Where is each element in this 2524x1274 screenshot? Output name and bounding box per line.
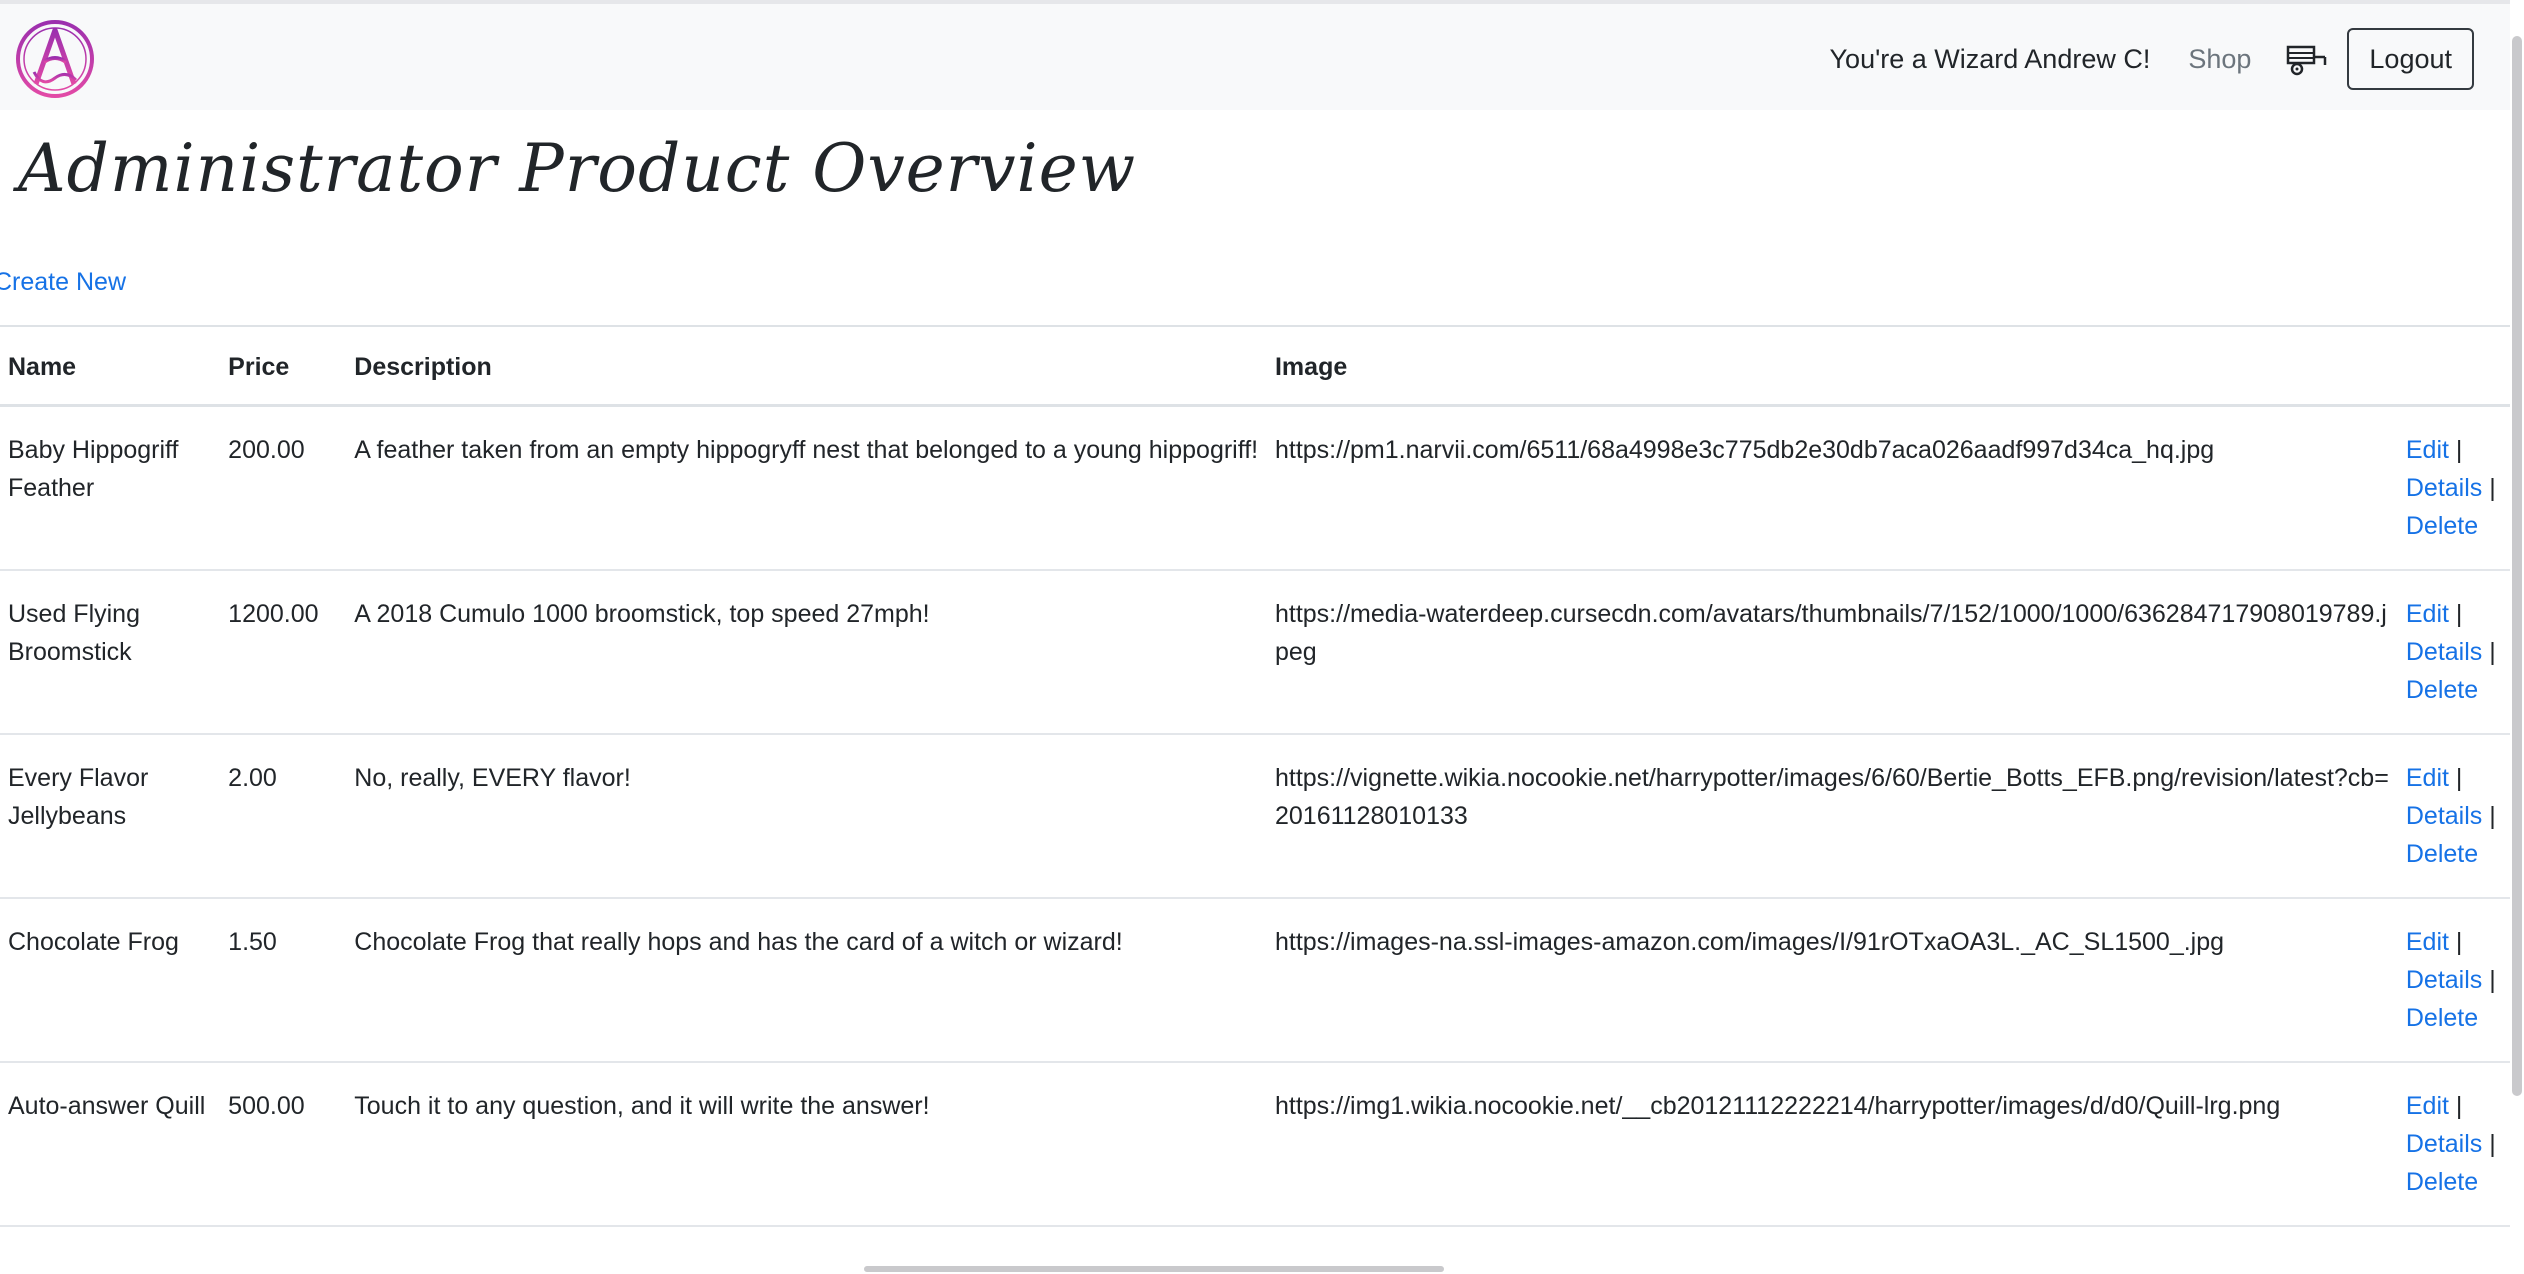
product-description: A feather taken from an empty hippogryff… bbox=[346, 405, 1267, 571]
row-actions: Edit | Details | Delete bbox=[2397, 898, 2512, 1063]
product-price: 200.00 bbox=[220, 405, 347, 571]
separator: | bbox=[2455, 764, 2463, 792]
edit-link[interactable]: Edit bbox=[2406, 1092, 2449, 1120]
separator: | bbox=[2489, 802, 2496, 830]
separator: | bbox=[2455, 1092, 2463, 1120]
navbar: You're a Wizard Andrew C! Shop Logout bbox=[0, 4, 2524, 110]
table-row: Chocolate Frog 1.50 Chocolate Frog that … bbox=[0, 898, 2512, 1063]
header-image: Image bbox=[1266, 325, 2398, 407]
separator: | bbox=[2455, 600, 2463, 628]
product-name: Baby Hippogriff Feather bbox=[0, 405, 221, 571]
table-row: Every Flavor Jellybeans 2.00 No, really,… bbox=[0, 734, 2512, 899]
product-name: Used Flying Broomstick bbox=[0, 570, 221, 735]
product-image-url: https://images-na.ssl-images-amazon.com/… bbox=[1266, 898, 2398, 1063]
header-description: Description bbox=[346, 325, 1267, 407]
product-description: Chocolate Frog that really hops and has … bbox=[346, 898, 1267, 1063]
separator: | bbox=[2455, 928, 2463, 956]
wizard-a-logo[interactable] bbox=[14, 18, 96, 100]
header-actions bbox=[2397, 325, 2512, 407]
edit-link[interactable]: Edit bbox=[2406, 764, 2449, 792]
product-name: Chocolate Frog bbox=[0, 898, 221, 1063]
product-name: Auto-answer Quill bbox=[0, 1062, 221, 1227]
vertical-scrollbar[interactable] bbox=[2510, 0, 2524, 1274]
logout-button[interactable]: Logout bbox=[2347, 28, 2474, 90]
separator: | bbox=[2455, 436, 2463, 464]
details-link[interactable]: Details bbox=[2406, 802, 2482, 830]
product-price: 1200.00 bbox=[220, 570, 347, 735]
row-actions: Edit | Details | Delete bbox=[2397, 405, 2512, 571]
separator: | bbox=[2489, 474, 2496, 502]
edit-link[interactable]: Edit bbox=[2406, 928, 2449, 956]
horizontal-scrollbar[interactable] bbox=[864, 1266, 1444, 1272]
row-actions: Edit | Details | Delete bbox=[2397, 570, 2512, 735]
products-table: Name Price Description Image Baby Hippog… bbox=[0, 325, 2512, 1227]
product-image-url: https://media-waterdeep.cursecdn.com/ava… bbox=[1266, 570, 2398, 735]
row-actions: Edit | Details | Delete bbox=[2397, 1062, 2512, 1227]
header-name: Name bbox=[0, 325, 221, 407]
table-row: Used Flying Broomstick 1200.00 A 2018 Cu… bbox=[0, 570, 2512, 735]
product-description: No, really, EVERY flavor! bbox=[346, 734, 1267, 899]
row-actions: Edit | Details | Delete bbox=[2397, 734, 2512, 899]
navbar-right: You're a Wizard Andrew C! Shop Logout bbox=[1830, 28, 2474, 90]
create-new-link[interactable]: Create New bbox=[0, 268, 126, 297]
details-link[interactable]: Details bbox=[2406, 1130, 2482, 1158]
product-image-url: https://img1.wikia.nocookie.net/__cb2012… bbox=[1266, 1062, 2398, 1227]
table-row: Baby Hippogriff Feather 200.00 A feather… bbox=[0, 405, 2512, 571]
details-link[interactable]: Details bbox=[2406, 638, 2482, 666]
delete-link[interactable]: Delete bbox=[2406, 1004, 2478, 1032]
separator: | bbox=[2489, 638, 2496, 666]
product-description: A 2018 Cumulo 1000 broomstick, top speed… bbox=[346, 570, 1267, 735]
delete-link[interactable]: Delete bbox=[2406, 1168, 2478, 1196]
details-link[interactable]: Details bbox=[2406, 474, 2482, 502]
delete-link[interactable]: Delete bbox=[2406, 676, 2478, 704]
separator: | bbox=[2489, 966, 2496, 994]
cart-icon[interactable] bbox=[2285, 39, 2329, 79]
delete-link[interactable]: Delete bbox=[2406, 840, 2478, 868]
page-title: Administrator Product Overview bbox=[18, 130, 1137, 207]
product-price: 2.00 bbox=[220, 734, 347, 899]
product-name: Every Flavor Jellybeans bbox=[0, 734, 221, 899]
product-description: Touch it to any question, and it will wr… bbox=[346, 1062, 1267, 1227]
product-image-url: https://vignette.wikia.nocookie.net/harr… bbox=[1266, 734, 2398, 899]
header-price: Price bbox=[220, 325, 347, 407]
edit-link[interactable]: Edit bbox=[2406, 600, 2449, 628]
table-header-row: Name Price Description Image bbox=[0, 325, 2512, 407]
user-greeting: You're a Wizard Andrew C! bbox=[1829, 43, 2151, 74]
details-link[interactable]: Details bbox=[2406, 966, 2482, 994]
product-price: 1.50 bbox=[220, 898, 347, 1063]
shop-link[interactable]: Shop bbox=[2188, 44, 2251, 75]
separator: | bbox=[2489, 1130, 2496, 1158]
scrollbar-thumb[interactable] bbox=[2512, 36, 2522, 1096]
table-row: Auto-answer Quill 500.00 Touch it to any… bbox=[0, 1062, 2512, 1227]
product-price: 500.00 bbox=[220, 1062, 347, 1227]
product-image-url: https://pm1.narvii.com/6511/68a4998e3c77… bbox=[1266, 405, 2398, 571]
delete-link[interactable]: Delete bbox=[2406, 512, 2478, 540]
edit-link[interactable]: Edit bbox=[2406, 436, 2449, 464]
